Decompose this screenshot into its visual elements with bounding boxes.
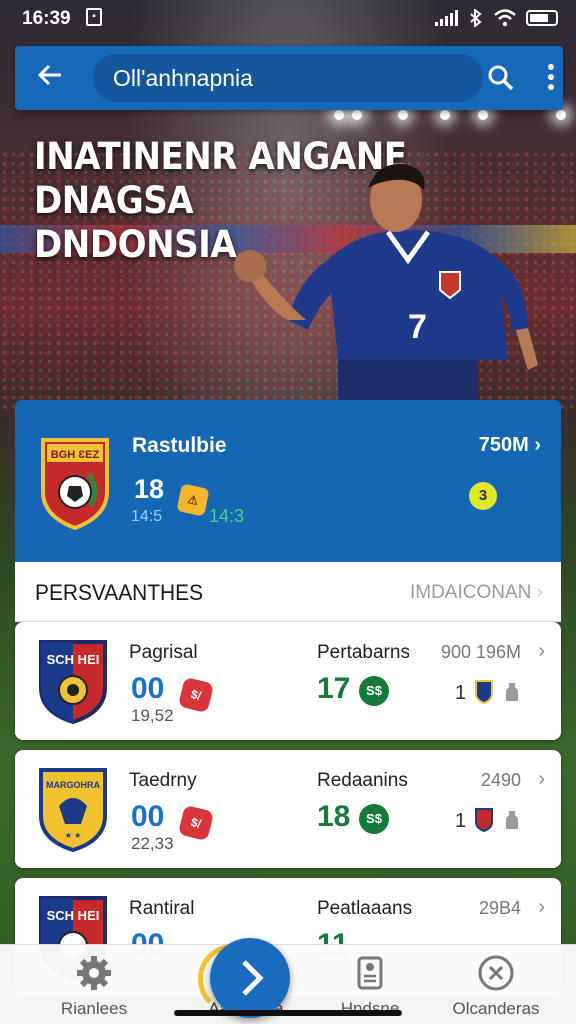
alert-badge: $/ [177, 676, 215, 714]
club-crest-icon: SCH HEI [39, 640, 107, 724]
status-time: 16:39 [22, 8, 71, 29]
chevron-right-icon: › [538, 640, 545, 662]
featured-more-label: 750M [478, 434, 529, 456]
chevron-right-icon: › [536, 582, 543, 603]
section-title: PERSVAANTHES [35, 580, 204, 605]
chevron-right-icon: › [538, 768, 545, 790]
floodlight [478, 110, 488, 120]
status-icons [435, 9, 558, 27]
opponent-name: Redaanins [317, 770, 408, 791]
match-sub: 22,33 [131, 834, 174, 853]
team-name: Rantiral [129, 898, 195, 919]
svg-text:MARGOHRA: MARGOHRA [46, 780, 100, 790]
match-sub: 19,52 [131, 706, 174, 725]
match-meta: 900 196M [440, 642, 521, 662]
sim-icon: ▪ [86, 8, 102, 26]
signal-icon [435, 10, 458, 26]
nav-item-rianlees[interactable]: Rianlees [34, 953, 154, 1019]
arrow-left-icon [37, 64, 61, 86]
nav-label: Rianlees [60, 999, 128, 1018]
nav-item-olcanderas[interactable]: Olcanderas [436, 953, 556, 1019]
section-link[interactable]: IMDAICONAN › [410, 582, 543, 604]
wifi-icon [494, 9, 516, 27]
featured-sub-right: 14:3 [209, 506, 245, 526]
arrow-right-icon [242, 960, 264, 996]
svg-text:SCH HEI: SCH HEI [47, 652, 100, 667]
mini-crest-icon [475, 680, 493, 704]
opponent-badge: S$ [359, 676, 389, 706]
featured-count-badge: 3 [469, 482, 497, 510]
center-action-button[interactable] [210, 938, 290, 1018]
floodlight [440, 110, 450, 120]
featured-sub-left: 14:5 [131, 508, 163, 525]
featured-badge: ⚠ [176, 483, 210, 517]
floodlight [556, 110, 566, 120]
featured-more-link[interactable]: 750M › [479, 434, 541, 457]
battery-icon [526, 10, 558, 26]
section-header: PERSVAANTHES IMDAICONAN › [15, 562, 561, 622]
back-button[interactable] [33, 60, 67, 94]
floodlight [398, 110, 408, 120]
team-name: Pagrisal [129, 642, 198, 663]
search-icon[interactable] [487, 64, 515, 92]
match-card[interactable]: SCH HEI Pagrisal 00 $/ 19,52 Pertabarns … [15, 622, 561, 740]
featured-team-name: Rastulbie [132, 434, 227, 457]
team-score: 00 [131, 672, 165, 705]
chevron-right-icon: › [538, 896, 545, 918]
match-number: 1 [455, 682, 467, 704]
club-crest-icon: BGH ƐEZ [41, 438, 109, 530]
status-bar: 16:39 ▪ [0, 0, 576, 38]
featured-score: 18 [134, 474, 165, 504]
team-name: Taedrny [129, 770, 197, 791]
more-vert-icon[interactable] [541, 64, 561, 94]
match-meta: 2490 [480, 770, 521, 790]
search-input[interactable] [113, 64, 413, 92]
bluetooth-icon [470, 9, 482, 27]
section-link-label: IMDAICONAN [409, 582, 532, 603]
bottle-icon [506, 811, 518, 829]
svg-text:7: 7 [408, 308, 427, 346]
chevron-right-icon: › [534, 434, 541, 456]
opponent-score: 17 [317, 672, 351, 705]
alert-badge: $/ [177, 804, 215, 842]
team-score: 00 [131, 800, 165, 833]
nav-label: Olcanderas [452, 999, 540, 1018]
svg-text:★ ★: ★ ★ [65, 831, 82, 840]
match-meta: 29B4 [478, 898, 521, 918]
svg-text:BGH ƐEZ: BGH ƐEZ [51, 449, 100, 461]
svg-text:SCH HEI: SCH HEI [47, 908, 100, 923]
home-indicator[interactable] [174, 1010, 402, 1016]
featured-match-card[interactable]: BGH ƐEZ Rastulbie 18 ⚠ 14:5 14:3 750M › … [15, 400, 561, 562]
gear-icon [77, 956, 111, 990]
player-illustration: 7 [234, 163, 538, 400]
opponent-score: 18 [317, 800, 351, 833]
app-bar [15, 46, 563, 110]
ball-icon [478, 955, 514, 991]
mini-crest-icon [475, 808, 493, 832]
document-icon [357, 956, 383, 990]
bottle-icon [506, 683, 518, 701]
opponent-badge: S$ [359, 804, 389, 834]
floodlight [352, 110, 362, 120]
opponent-name: Peatlaaans [317, 898, 413, 919]
match-card[interactable]: MARGOHRA ★ ★ Taedrny 00 $/ 22,33 Redaani… [15, 750, 561, 868]
match-number: 1 [455, 810, 467, 832]
floodlight [334, 110, 344, 120]
search-box[interactable] [93, 54, 483, 102]
opponent-name: Pertabarns [317, 642, 410, 663]
club-crest-icon: MARGOHRA ★ ★ [39, 768, 107, 852]
